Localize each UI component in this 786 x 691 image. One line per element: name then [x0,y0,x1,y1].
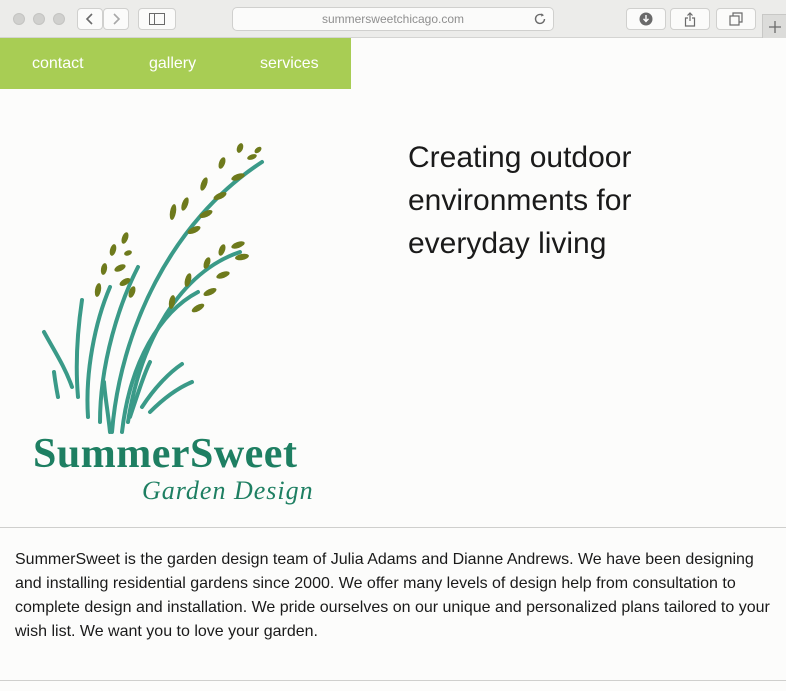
back-button[interactable] [77,8,103,30]
plus-icon [768,20,781,33]
hero-tagline: Creating outdoor environments for everyd… [408,136,768,265]
tagline-line: environments for [408,184,632,217]
tagline-line: Creating outdoor [408,141,632,174]
download-icon [639,12,653,26]
brand-subtitle: Garden Design [142,476,314,505]
close-window-button[interactable] [13,13,25,25]
site-nav: contact gallery services [0,38,351,89]
zoom-window-button[interactable] [53,13,65,25]
about-paragraph: SummerSweet is the garden design team of… [15,551,770,640]
section-divider [0,680,786,681]
address-bar[interactable]: summersweetchicago.com [232,7,554,31]
nav-services[interactable]: services [260,38,319,89]
chevron-right-icon [113,13,121,25]
nav-gallery[interactable]: gallery [149,38,196,89]
new-tab-button[interactable] [762,14,786,38]
share-icon [684,11,696,27]
share-button[interactable] [670,8,710,30]
section-divider [0,527,786,528]
forward-button[interactable] [103,8,129,30]
downloads-button[interactable] [626,8,666,30]
browser-toolbar: summersweetchicago.com [0,0,786,38]
reload-icon [534,13,546,25]
show-tabs-button[interactable] [716,8,756,30]
sidebar-button[interactable] [138,8,176,30]
tagline-line: everyday living [408,227,607,260]
minimize-window-button[interactable] [33,13,45,25]
chevron-left-icon [85,13,93,25]
url-text: summersweetchicago.com [321,12,465,26]
brand-name: SummerSweet [33,431,298,477]
tabs-icon [729,12,743,26]
nav-contact[interactable]: contact [32,38,84,89]
reload-button[interactable] [533,11,547,33]
sidebar-icon [149,13,165,25]
